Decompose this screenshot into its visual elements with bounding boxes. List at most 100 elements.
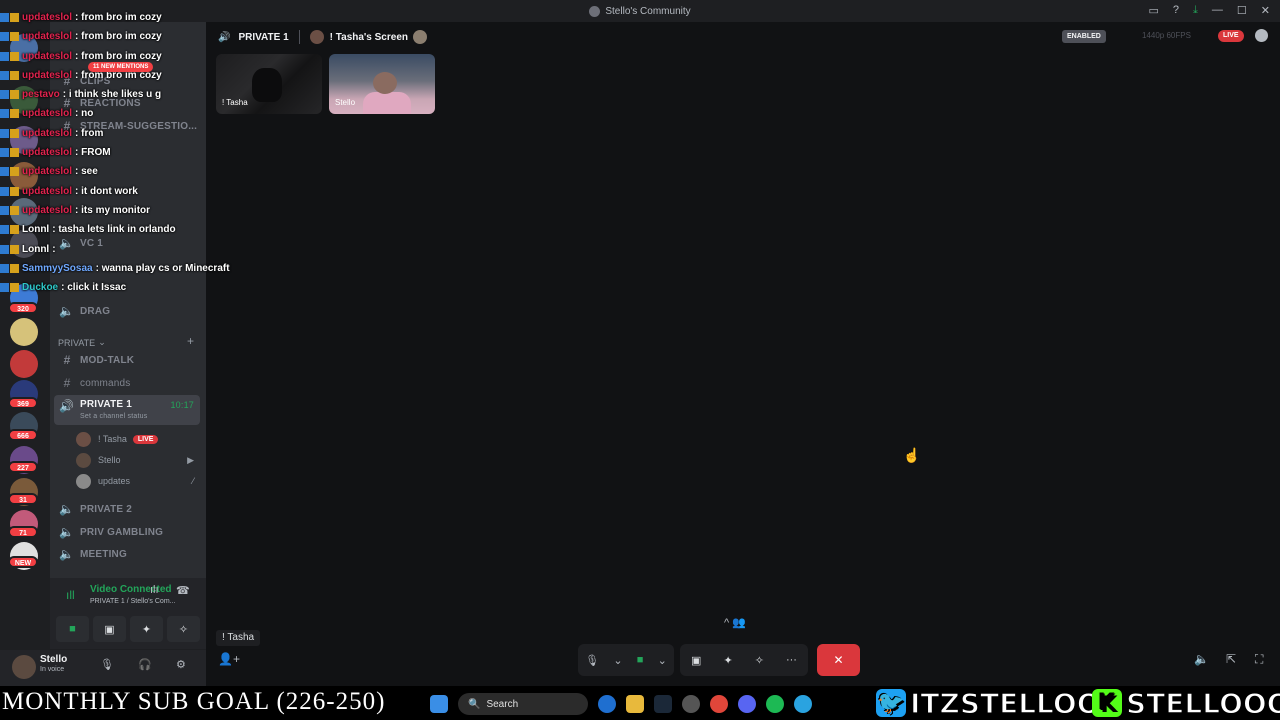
chat-message: updateslol: from	[0, 124, 103, 142]
new-mentions-pill[interactable]: 11 NEW MENTIONS	[88, 62, 154, 72]
chat-username: Lonnl	[22, 243, 50, 255]
chat-badges	[0, 128, 19, 138]
chat-username: pestavo	[22, 88, 60, 100]
divider	[298, 30, 300, 44]
chat-text: : wanna play cs or Minecraft	[95, 262, 230, 274]
camera-button[interactable]: ■	[56, 616, 89, 642]
screen-share-icon[interactable]: ▣	[691, 654, 701, 667]
folder-icon[interactable]	[626, 695, 644, 713]
steam-icon[interactable]	[654, 695, 672, 713]
chat-badges	[0, 224, 19, 234]
chat-message: Lonnl:	[0, 240, 56, 258]
badge-icon	[0, 224, 9, 234]
chevron-down-icon: ⌄	[98, 337, 106, 347]
badge-icon	[0, 263, 9, 273]
badge-icon	[0, 147, 9, 157]
signal-icon[interactable]: ıll	[66, 588, 75, 602]
add-user-icon[interactable]: 👤+	[218, 652, 240, 666]
microphone-icon[interactable]: 🎙	[585, 654, 599, 667]
badge-icon	[0, 70, 9, 80]
badge-icon	[10, 70, 19, 80]
avatar[interactable]	[12, 655, 36, 679]
add-channel-icon[interactable]: +	[187, 334, 194, 348]
inbox-icon[interactable]: ▭	[1149, 4, 1159, 17]
chat-text: : FROM	[75, 146, 111, 158]
video-tile-stello[interactable]: Stello	[329, 54, 435, 114]
app-icon[interactable]	[682, 695, 700, 713]
noise-suppression-icon[interactable]: ılı	[150, 584, 159, 596]
volume-icon[interactable]: 🔈	[1194, 652, 1209, 666]
voice-status: Video Connected	[90, 584, 172, 595]
server-icon[interactable]	[10, 318, 38, 346]
chat-message: Duckoe: click it Issac	[0, 278, 126, 296]
deafened-icon: ⁄	[192, 476, 194, 486]
headphones-icon[interactable]: 🎧	[138, 658, 152, 671]
channel-private-1[interactable]: 🔊 PRIVATE 1 10:17 Set a channel status	[54, 395, 200, 425]
disconnect-icon[interactable]: ☎	[176, 584, 190, 597]
tile-name: Stello	[335, 98, 356, 107]
channel-commands[interactable]: # commands	[54, 372, 200, 394]
chat-username: updateslol	[22, 204, 73, 216]
chat-message: Lonnl: tasha lets link in orlando	[0, 220, 176, 238]
stream-chat-tag[interactable]: ! Tasha	[216, 630, 261, 646]
user-status: In voice	[40, 666, 65, 673]
download-icon[interactable]: ⤓	[1193, 4, 1198, 17]
chat-badges	[0, 263, 19, 273]
badge-icon	[10, 51, 19, 61]
discord-icon[interactable]	[738, 695, 756, 713]
maximize-icon[interactable]: ☐	[1237, 4, 1247, 17]
category-private[interactable]: PRIVATE ⌄	[58, 337, 106, 348]
more-icon[interactable]: ···	[786, 654, 797, 666]
speaker-icon: 🔈	[59, 547, 75, 561]
channel-status[interactable]: Set a channel status	[80, 413, 147, 420]
twitter-handle: 🐦 ITZSTELLOO	[876, 686, 1101, 720]
enabled-badge[interactable]: ENABLED	[1062, 30, 1106, 43]
chevron-down-icon[interactable]: ⌄	[613, 654, 622, 667]
channel-meeting[interactable]: 🔈 MEETING	[54, 543, 200, 565]
edge-icon[interactable]	[598, 695, 616, 713]
help-icon[interactable]: ?	[1173, 4, 1179, 17]
leave-call-button[interactable]: ✕	[817, 644, 860, 676]
channel-priv-gambling[interactable]: 🔈 PRIV GAMBLING	[54, 521, 200, 543]
channel-private-2[interactable]: 🔈 PRIVATE 2	[54, 498, 200, 520]
chat-icon[interactable]	[1255, 29, 1268, 42]
voice-user-updates[interactable]: updates ⁄	[76, 471, 200, 491]
voice-user-stello[interactable]: Stello ▶	[76, 450, 200, 470]
shirt	[363, 92, 411, 114]
badge-icon	[0, 186, 9, 196]
fullscreen-icon[interactable]: ⛶	[1255, 652, 1263, 667]
chevron-down-icon[interactable]: ⌄	[658, 654, 667, 667]
server-icon[interactable]	[10, 350, 38, 378]
chrome-icon[interactable]	[710, 695, 728, 713]
username: Stello	[40, 654, 68, 665]
channel-mod-talk[interactable]: # MOD-TALK	[54, 349, 200, 371]
spotify-icon[interactable]	[766, 695, 784, 713]
activities-icon[interactable]: ✦	[723, 654, 732, 667]
gear-icon[interactable]: ⚙	[176, 658, 186, 671]
badge-icon	[0, 51, 9, 61]
windows-start-icon[interactable]	[430, 695, 448, 713]
activities-button[interactable]: ✦	[130, 616, 163, 642]
minimize-icon[interactable]: —	[1212, 4, 1223, 17]
chat-badges	[0, 166, 19, 176]
screen-share-button[interactable]: ▣	[93, 616, 126, 642]
speaker-icon: 🔈	[59, 502, 75, 516]
chat-text: : tasha lets link in orlando	[52, 223, 176, 235]
popout-icon[interactable]: ⇱	[1226, 652, 1236, 666]
microphone-icon[interactable]: 🎙	[100, 658, 114, 671]
voice-channel-link[interactable]: PRIVATE 1 / Stello's Com...	[90, 598, 176, 605]
voice-user-tasha[interactable]: ! Tasha LIVE	[76, 429, 200, 449]
soundboard-button[interactable]: ✧	[167, 616, 200, 642]
badge-icon	[0, 128, 9, 138]
expand-participants-icon[interactable]: ^ 👥	[724, 616, 746, 629]
chat-text: : from bro im cozy	[75, 30, 162, 42]
soundboard-icon[interactable]: ✧	[755, 654, 764, 667]
camera-icon[interactable]: ■	[637, 654, 644, 666]
telegram-icon[interactable]	[794, 695, 812, 713]
live-badge: LIVE	[132, 434, 159, 444]
close-icon[interactable]: ✕	[1261, 4, 1270, 17]
channel-drag[interactable]: 🔈 DRAG	[54, 300, 200, 322]
hashtag-icon: #	[63, 376, 71, 390]
taskbar-search[interactable]: 🔍 Search	[458, 693, 588, 715]
chat-badges	[0, 282, 19, 292]
